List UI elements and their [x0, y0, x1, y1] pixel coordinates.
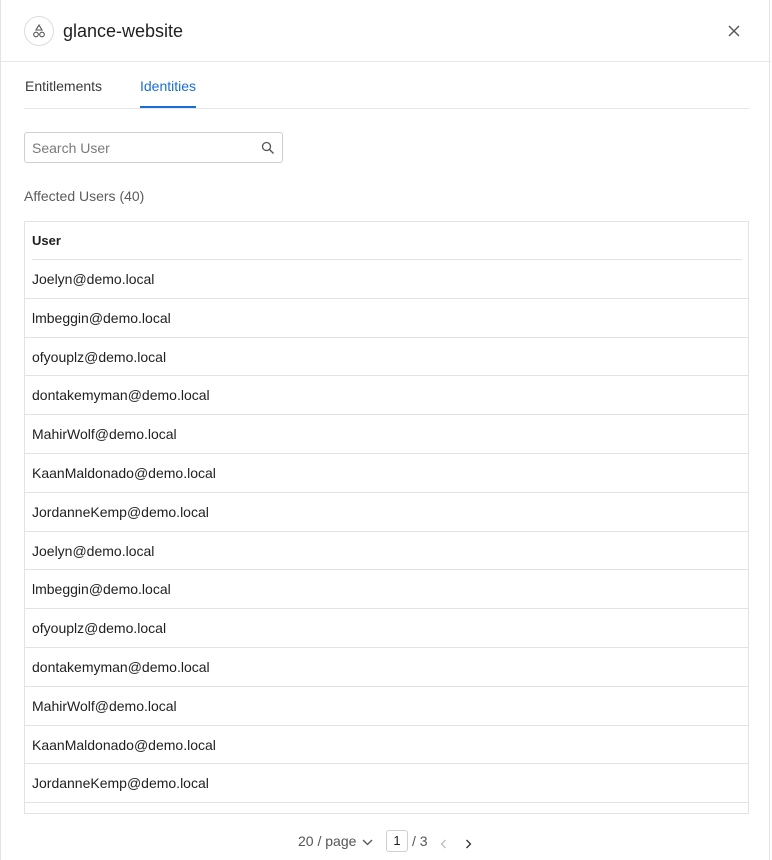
- table-row[interactable]: MahirWolf@demo.local: [25, 415, 748, 454]
- tab-entitlements[interactable]: Entitlements: [25, 78, 102, 95]
- pagination: 20 / page 1 / 3: [1, 828, 772, 854]
- drawer-header: glance-website: [1, 0, 771, 62]
- table-row[interactable]: KaanMaldonado@demo.local: [25, 454, 748, 493]
- search-icon[interactable]: [261, 141, 275, 155]
- table-row[interactable]: lmbeggin@demo.local: [25, 299, 748, 338]
- search-box: [24, 132, 283, 163]
- table-row[interactable]: ofyouplz@demo.local: [25, 609, 748, 648]
- chevron-left-icon[interactable]: [439, 836, 449, 849]
- total-pages: / 3: [412, 833, 428, 849]
- table-row[interactable]: Joelyn@demo.local: [25, 260, 748, 299]
- chevron-right-icon[interactable]: [463, 836, 473, 849]
- search-input[interactable]: [32, 139, 252, 157]
- chevron-down-icon: [356, 833, 373, 850]
- table-row[interactable]: Joelyn@demo.local: [25, 532, 748, 571]
- table-body: Joelyn@demo.local lmbeggin@demo.local of…: [25, 260, 748, 813]
- table-row[interactable]: KaanMaldonado@demo.local: [25, 726, 748, 765]
- table-row[interactable]: dontakemyman@demo.local: [25, 376, 748, 416]
- detail-drawer: glance-website Entitlements Identities A…: [0, 0, 772, 860]
- page-size-select[interactable]: 20 / page: [298, 833, 373, 850]
- table-row[interactable]: JordanneKemp@demo.local: [25, 493, 748, 532]
- close-icon[interactable]: [724, 21, 744, 41]
- tab-bar: Entitlements Identities: [24, 62, 749, 109]
- active-tab-indicator: [140, 106, 196, 108]
- drawer-title: glance-website: [63, 21, 184, 41]
- table-row[interactable]: lmbeggin@demo.local: [25, 570, 748, 610]
- column-header-user: User: [32, 222, 742, 260]
- table-row[interactable]: [25, 803, 748, 813]
- current-page-input[interactable]: 1: [386, 830, 408, 852]
- tab-identities[interactable]: Identities: [140, 78, 196, 95]
- table-row[interactable]: dontakemyman@demo.local: [25, 648, 748, 687]
- shapes-icon: [24, 16, 54, 46]
- users-table: User Joelyn@demo.local lmbeggin@demo.loc…: [24, 221, 749, 814]
- affected-users-count: Affected Users (40): [24, 188, 145, 204]
- table-row[interactable]: JordanneKemp@demo.local: [25, 764, 748, 804]
- table-row[interactable]: MahirWolf@demo.local: [25, 687, 748, 726]
- page-size-label: 20 / page: [298, 833, 357, 849]
- table-row[interactable]: ofyouplz@demo.local: [25, 338, 748, 377]
